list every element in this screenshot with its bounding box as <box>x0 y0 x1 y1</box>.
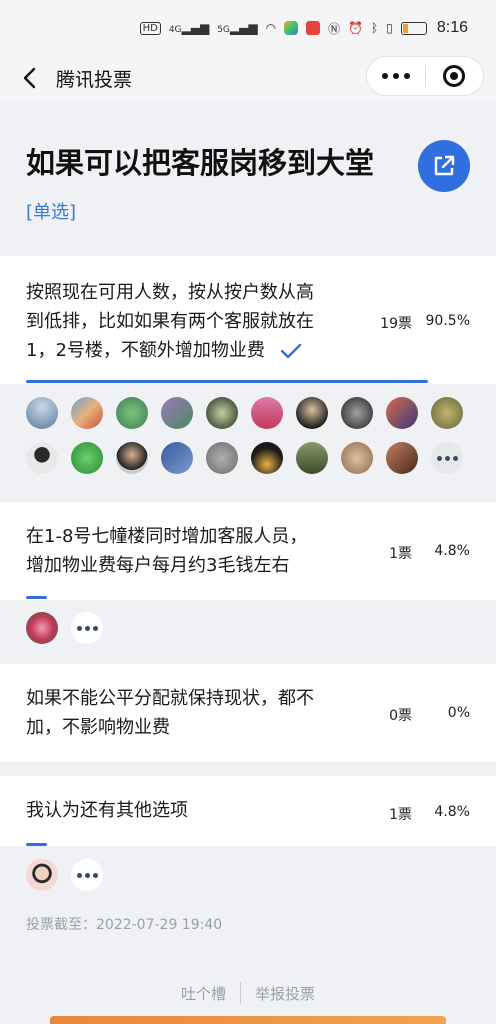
option-3-text: 如果不能公平分配就保持现状，都不 加，不影响物业费 <box>26 684 314 742</box>
option-4-percent: 4.8% <box>434 804 470 820</box>
voter-avatar[interactable] <box>26 442 58 474</box>
app-notification-icon-2 <box>306 21 321 35</box>
option-1-votes: 19票 <box>380 316 412 332</box>
option-2-votes: 1票 <box>389 546 412 562</box>
voter-avatar[interactable] <box>206 397 238 429</box>
bottom-banner[interactable] <box>50 1016 446 1024</box>
option-1-line-3: 1，2号楼，不额外增加物业费 <box>26 340 265 361</box>
option-1-text: 按照现在可用人数，按从按户数从高 到低排，比如如果有两个客服就放在 1，2号楼，… <box>26 278 314 365</box>
hd-icon: HD <box>139 21 161 35</box>
poll-header: 如果可以把客服岗移到大堂 [单选] <box>0 100 496 252</box>
status-time: 8:16 <box>436 19 468 36</box>
option-4-progress-bar <box>26 843 47 846</box>
option-1-line-3-wrap: 1，2号楼，不额外增加物业费 <box>26 336 314 365</box>
selected-check-icon <box>280 343 301 359</box>
external-link-icon <box>434 155 455 176</box>
poll-title: 如果可以把客服岗移到大堂 <box>26 146 375 180</box>
option-2-line-2: 增加物业费每户每月约3毛钱左右 <box>26 555 290 576</box>
option-2-voters <box>26 612 466 644</box>
status-bar: HD 4G▂▄▆ 5G▂▄▆ ◠ Ⓝ ⏰ ᛒ ▯ 8:16 <box>0 0 496 56</box>
alarm-icon: ⏰ <box>348 21 364 35</box>
voter-avatar[interactable] <box>296 397 328 429</box>
voter-avatar[interactable] <box>161 397 193 429</box>
option-1-percent: 90.5% <box>425 313 470 329</box>
option-4-line-1: 我认为还有其他选项 <box>26 800 188 821</box>
vibrate-icon: ▯ <box>386 21 393 35</box>
voter-avatar[interactable] <box>116 397 148 429</box>
voter-avatar[interactable] <box>71 397 103 429</box>
wifi-icon: ◠ <box>265 21 277 35</box>
option-4-text: 我认为还有其他选项 <box>26 796 188 825</box>
voter-avatar[interactable] <box>26 612 58 644</box>
nfc-icon: Ⓝ <box>328 21 341 36</box>
option-1-progress-bar <box>26 380 428 383</box>
voter-avatar[interactable] <box>161 442 193 474</box>
close-miniprogram-button[interactable] <box>425 65 483 87</box>
report-link[interactable]: 举报投票 <box>255 983 315 1004</box>
target-icon <box>443 65 466 87</box>
share-button[interactable] <box>418 140 470 192</box>
voter-avatar[interactable] <box>116 442 148 474</box>
more-voters-button[interactable] <box>431 442 463 474</box>
voter-avatar[interactable] <box>71 442 103 474</box>
more-voters-button[interactable] <box>71 612 103 644</box>
nav-title: 腾讯投票 <box>56 69 133 91</box>
option-3-votes: 0票 <box>389 708 412 724</box>
option-3-line-2: 加，不影响物业费 <box>26 717 170 738</box>
voter-avatar[interactable] <box>386 442 418 474</box>
voter-avatar[interactable] <box>341 442 373 474</box>
poll-option-2[interactable]: 在1-8号七幢楼同时增加客服人员， 增加物业费每户每月约3毛钱左右 1票 4.8… <box>0 502 496 600</box>
voter-avatar[interactable] <box>431 397 463 429</box>
status-icons: HD 4G▂▄▆ 5G▂▄▆ ◠ Ⓝ ⏰ ᛒ ▯ <box>139 20 427 37</box>
option-2-progress-bar <box>26 596 47 599</box>
signal-5g-icon: 5G▂▄▆ <box>217 21 258 35</box>
app-notification-icon <box>284 21 299 35</box>
option-2-percent: 4.8% <box>434 543 470 559</box>
poll-option-3[interactable]: 如果不能公平分配就保持现状，都不 加，不影响物业费 0票 0% <box>0 664 496 762</box>
voter-avatar[interactable] <box>296 442 328 474</box>
option-3-line-1: 如果不能公平分配就保持现状，都不 <box>26 688 314 709</box>
miniprogram-capsule <box>366 56 484 96</box>
voter-avatar[interactable] <box>341 397 373 429</box>
voter-avatar[interactable] <box>251 442 283 474</box>
signal-4g-icon: 4G▂▄▆ <box>168 21 210 35</box>
battery-icon <box>400 21 427 35</box>
option-3-percent: 0% <box>447 705 470 721</box>
poll-deadline: 投票截至：2022-07-29 19:40 <box>26 917 223 933</box>
footer-links: 吐个槽 举报投票 <box>0 982 496 1004</box>
nav-bar: 腾讯投票 <box>0 56 496 100</box>
more-menu-button[interactable] <box>367 73 425 79</box>
poll-option-1[interactable]: 按照现在可用人数，按从按户数从高 到低排，比如如果有两个客服就放在 1，2号楼，… <box>0 256 496 384</box>
option-1-line-1: 按照现在可用人数，按从按户数从高 <box>26 282 314 303</box>
option-2-line-1: 在1-8号七幢楼同时增加客服人员， <box>26 526 308 547</box>
option-1-line-2: 到低排，比如如果有两个客服就放在 <box>26 311 314 332</box>
network-label-5g: 5G <box>217 25 230 35</box>
option-1-voters <box>26 397 466 474</box>
back-arrow-icon[interactable] <box>20 66 40 90</box>
poll-type-label: [单选] <box>26 202 77 223</box>
poll-option-4[interactable]: 我认为还有其他选项 1票 4.8% <box>0 776 496 846</box>
network-label-4g: 4G <box>168 25 182 35</box>
footer-divider <box>240 982 241 1004</box>
voter-avatar[interactable] <box>206 442 238 474</box>
voter-avatar[interactable] <box>26 859 58 891</box>
voter-avatar[interactable] <box>251 397 283 429</box>
option-4-votes: 1票 <box>389 807 412 823</box>
voter-avatar[interactable] <box>386 397 418 429</box>
voter-avatar[interactable] <box>26 397 58 429</box>
option-4-voters <box>26 859 466 891</box>
bluetooth-icon: ᛒ <box>371 21 379 35</box>
option-2-text: 在1-8号七幢楼同时增加客服人员， 增加物业费每户每月约3毛钱左右 <box>26 522 307 580</box>
feedback-link[interactable]: 吐个槽 <box>181 983 226 1004</box>
more-voters-button[interactable] <box>71 859 103 891</box>
